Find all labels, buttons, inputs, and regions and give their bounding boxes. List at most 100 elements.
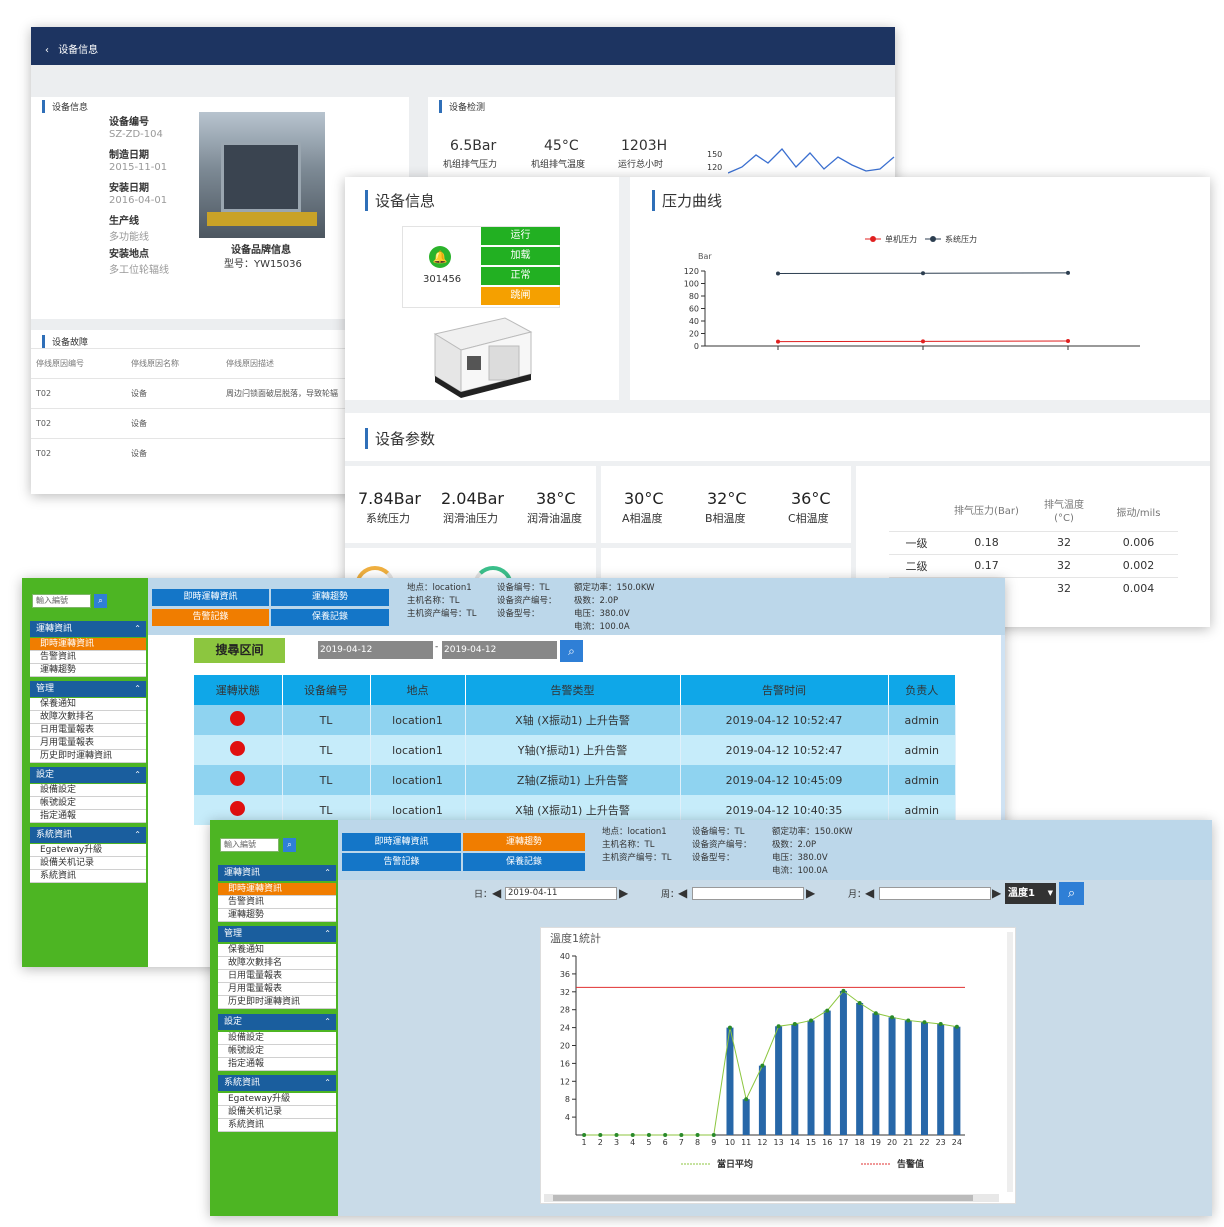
chevron-up-icon: ⌃ bbox=[324, 1017, 331, 1026]
monitor-card: 设备检测 6.5Bar 机组排气压力 45°C 机组排气温度 1203H 运行总… bbox=[428, 97, 895, 187]
status-normal[interactable]: 正常 bbox=[481, 267, 560, 285]
search-icon[interactable]: ⌕ bbox=[1059, 882, 1084, 905]
search-icon[interactable]: ⌕ bbox=[283, 838, 296, 852]
tab-maintenance[interactable]: 保養記錄 bbox=[463, 853, 585, 871]
prev-month-icon[interactable]: ◀ bbox=[865, 886, 874, 900]
cell: 2019-04-12 10:45:09 bbox=[680, 765, 889, 795]
month-input[interactable] bbox=[879, 887, 991, 900]
tab-trend[interactable]: 運轉趨勢 bbox=[463, 833, 585, 851]
data-point bbox=[1066, 270, 1070, 275]
sidebar-item-history[interactable]: 历史即时運轉資訊 bbox=[218, 996, 336, 1009]
back-link[interactable]: 设备信息 bbox=[58, 45, 98, 56]
sidebar-item-account[interactable]: 帳號設定 bbox=[30, 797, 146, 810]
tab-trend[interactable]: 運轉趨勢 bbox=[271, 589, 389, 606]
sidebar-group-settings[interactable]: 設定 ⌃ bbox=[218, 1014, 336, 1030]
sidebar-group-manage[interactable]: 管理 ⌃ bbox=[30, 681, 146, 697]
sidebar-item-notify[interactable]: 指定通報 bbox=[30, 810, 146, 823]
sidebar-item-device-settings[interactable]: 設備設定 bbox=[218, 1032, 336, 1045]
sidebar-group-settings[interactable]: 設定 ⌃ bbox=[30, 767, 146, 783]
legend-label: 系统压力 bbox=[945, 234, 977, 244]
x-tick-label: 5 bbox=[646, 1138, 651, 1147]
sidebar-item-alarm-info[interactable]: 告警資訊 bbox=[218, 896, 336, 909]
x-tick-label: 7 bbox=[679, 1138, 684, 1147]
sidebar-group-system[interactable]: 系統資訊 ⌃ bbox=[30, 827, 146, 843]
group-title: 設定 bbox=[36, 770, 55, 780]
table-row[interactable]: TL location1 X轴 (X振动1) 上升告警 2019-04-12 10:5… bbox=[194, 705, 956, 735]
week-input[interactable] bbox=[692, 887, 804, 900]
tab-alarm[interactable]: 告警記錄 bbox=[342, 853, 461, 871]
sidebar-item-monthly-power[interactable]: 月用電量報表 bbox=[218, 983, 336, 996]
sidebar-item-maintenance[interactable]: 保養通知 bbox=[218, 944, 336, 957]
legend-label: 當日平均 bbox=[717, 1158, 753, 1170]
day-input[interactable]: 2019-04-11 bbox=[505, 887, 617, 900]
data-point bbox=[695, 1133, 700, 1137]
factory-photo bbox=[199, 112, 325, 238]
prev-week-icon[interactable]: ◀ bbox=[678, 886, 687, 900]
next-day-icon[interactable]: ▶ bbox=[619, 886, 628, 900]
date-to-input[interactable]: 2019-04-12 bbox=[442, 641, 557, 659]
sidebar-item-daily-power[interactable]: 日用電量報表 bbox=[218, 970, 336, 983]
sidebar-group-manage[interactable]: 管理 ⌃ bbox=[218, 926, 336, 942]
sidebar-item-trend[interactable]: 運轉趨勢 bbox=[218, 909, 336, 922]
sidebar-item-monthly-power[interactable]: 月用電量報表 bbox=[30, 737, 146, 750]
chevron-up-icon: ⌃ bbox=[324, 929, 331, 938]
sidebar-item-trend[interactable]: 運轉趨勢 bbox=[30, 664, 146, 677]
sidebar-item-device-settings[interactable]: 設備設定 bbox=[30, 784, 146, 797]
tab-realtime[interactable]: 即時運轉資訊 bbox=[342, 833, 461, 851]
prev-day-icon[interactable]: ◀ bbox=[492, 886, 501, 900]
field-value: 多工位轮辐线 bbox=[109, 265, 169, 276]
sidebar-group-system[interactable]: 系統資訊 ⌃ bbox=[218, 1075, 336, 1091]
chevron-up-icon: ⌃ bbox=[134, 830, 141, 839]
param-label: B相温度 bbox=[705, 512, 746, 525]
search-input[interactable]: 輸入編號 bbox=[32, 594, 91, 608]
cell: 设备 bbox=[126, 408, 221, 439]
day-label: 日： bbox=[474, 890, 493, 900]
data-point bbox=[679, 1133, 684, 1137]
back-icon[interactable]: ‹ bbox=[45, 45, 49, 56]
next-week-icon[interactable]: ▶ bbox=[806, 886, 815, 900]
sidebar-item-shutdown-log[interactable]: 設備关机记录 bbox=[30, 857, 146, 870]
sidebar-item-alarm-info[interactable]: 告警資訊 bbox=[30, 651, 146, 664]
sidebar-item-shutdown-log[interactable]: 設備关机记录 bbox=[218, 1106, 336, 1119]
status-loading[interactable]: 加载 bbox=[481, 247, 560, 265]
search-icon[interactable]: ⌕ bbox=[560, 640, 583, 662]
table-row[interactable]: TL location1 Y轴(Y振动1) 上升告警 2019-04-12 10:52… bbox=[194, 735, 956, 765]
pressure-chart: Bar 120 100 80 60 40 20 0 单机压力 系统压力 bbox=[684, 234, 1140, 351]
status-trip[interactable]: 跳闸 bbox=[481, 287, 560, 305]
sidebar-item-daily-power[interactable]: 日用電量報表 bbox=[30, 724, 146, 737]
search-input[interactable]: 輸入編號 bbox=[220, 838, 279, 852]
sidebar-item-egateway[interactable]: Egateway升級 bbox=[30, 844, 146, 857]
tab-alarm[interactable]: 告警記錄 bbox=[152, 609, 269, 626]
chevron-up-icon: ⌃ bbox=[134, 624, 141, 633]
sidebar-group-operation[interactable]: 運轉資訊 ⌃ bbox=[30, 621, 146, 637]
next-month-icon[interactable]: ▶ bbox=[992, 886, 1001, 900]
y-tick-label: 12 bbox=[560, 1077, 570, 1086]
tab-maintenance[interactable]: 保養記錄 bbox=[271, 609, 389, 626]
sidebar-item-maintenance[interactable]: 保養通知 bbox=[30, 698, 146, 711]
sidebar-item-egateway[interactable]: Egateway升級 bbox=[218, 1093, 336, 1106]
sidebar-item-account[interactable]: 帳號設定 bbox=[218, 1045, 336, 1058]
cell: 0.006 bbox=[1099, 530, 1178, 554]
sidebar-item-notify[interactable]: 指定通報 bbox=[218, 1058, 336, 1071]
sidebar-item-fault-rank[interactable]: 故障次數排名 bbox=[30, 711, 146, 724]
sidebar-item-realtime[interactable]: 即時運轉資訊 bbox=[30, 638, 146, 651]
status-running[interactable]: 运行 bbox=[481, 227, 560, 245]
cell: 2019-04-12 10:52:47 bbox=[680, 705, 889, 735]
tab-realtime[interactable]: 即時運轉資訊 bbox=[152, 589, 269, 606]
sidebar-item-system-info[interactable]: 系統資訊 bbox=[218, 1119, 336, 1132]
sidebar-item-history[interactable]: 历史即时運轉資訊 bbox=[30, 750, 146, 763]
table-row[interactable]: 二级 0.17 32 0.002 bbox=[889, 553, 1178, 577]
x-tick-label: 11 bbox=[741, 1138, 751, 1147]
card-title: 设备参数 bbox=[365, 428, 435, 449]
sidebar-item-fault-rank[interactable]: 故障次數排名 bbox=[218, 957, 336, 970]
date-from-input[interactable]: 2019-04-12 bbox=[318, 641, 433, 659]
sidebar-item-realtime[interactable]: 即時運轉資訊 bbox=[218, 883, 336, 896]
sidebar-group-operation[interactable]: 運轉資訊 ⌃ bbox=[218, 865, 336, 881]
table-row[interactable]: 一级 0.18 32 0.006 bbox=[889, 530, 1178, 554]
x-tick-label: 13 bbox=[774, 1138, 784, 1147]
column-header: 地点 bbox=[370, 675, 466, 705]
search-icon[interactable]: ⌕ bbox=[94, 594, 107, 608]
table-row[interactable]: TL location1 Z轴(Z振动1) 上升告警 2019-04-12 10:45… bbox=[194, 765, 956, 795]
sidebar-item-system-info[interactable]: 系統資訊 bbox=[30, 870, 146, 883]
sensor-select[interactable]: 溫度1 ▼ bbox=[1005, 883, 1056, 904]
